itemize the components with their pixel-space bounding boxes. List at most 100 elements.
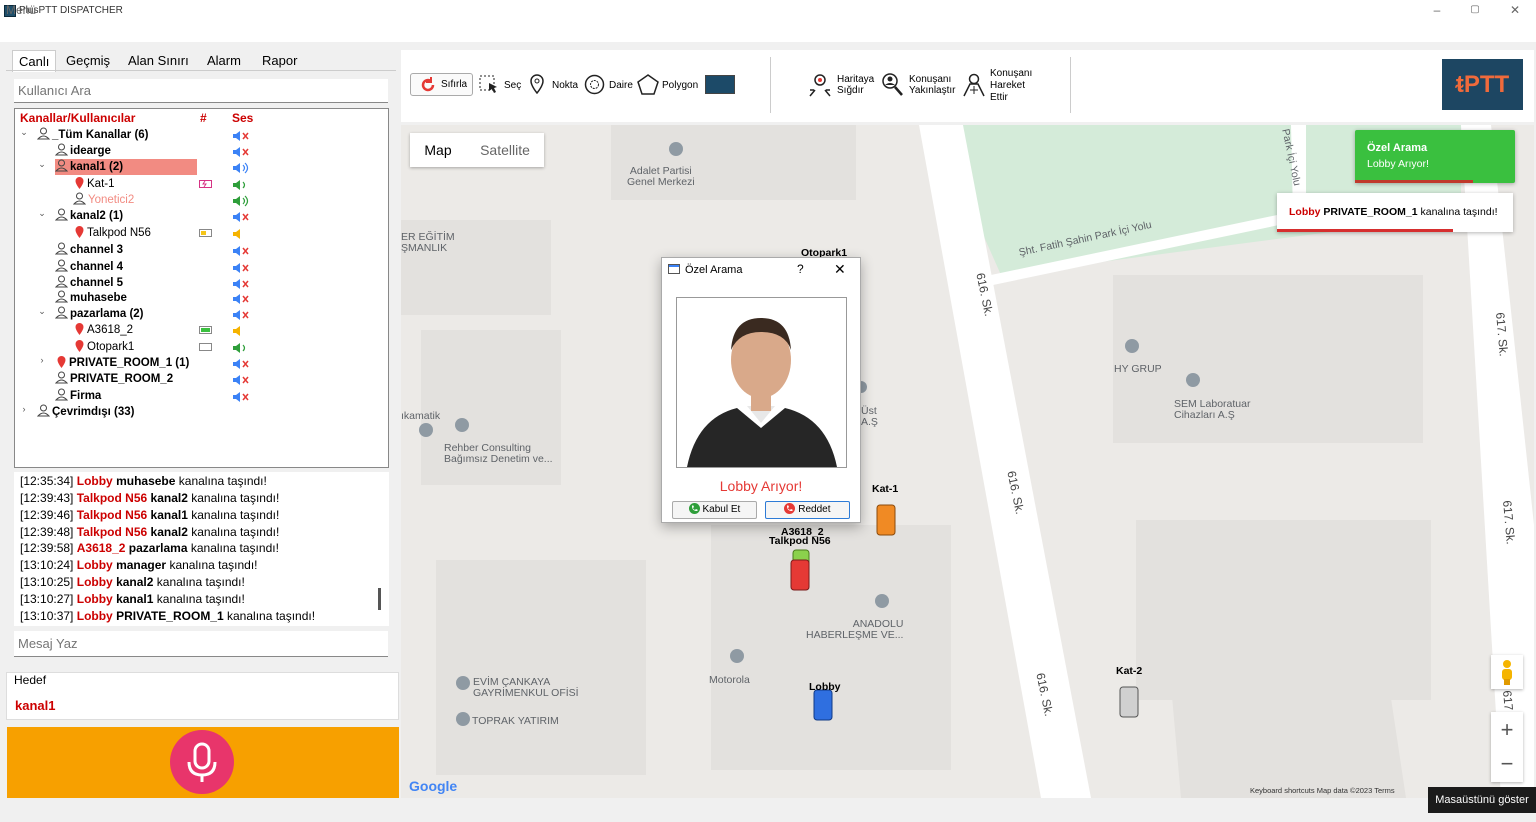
map-attribution[interactable]: Keyboard shortcuts Map data ©2023 Terms: [1250, 786, 1395, 795]
tree-item-label: kanal2 (1): [70, 210, 124, 222]
circle-icon[interactable]: [584, 74, 605, 95]
tree-item-idearge[interactable]: idearge: [55, 143, 111, 159]
log-line: [12:35:34] Lobby muhasebe kanalına taşın…: [20, 474, 267, 488]
close-window-button[interactable]: ✕: [1496, 0, 1534, 22]
tree-item-yonetici2[interactable]: Yonetici2: [73, 192, 134, 208]
tree-item-channel4[interactable]: channel 4: [55, 259, 123, 275]
show-desktop-tooltip: Masaüstünü göster: [1428, 787, 1536, 813]
zoom-speaker-icon[interactable]: [880, 72, 904, 98]
move-speaker-label[interactable]: Konuşanı Hareket Ettir: [990, 68, 1032, 104]
map-type-map-button[interactable]: Map: [410, 133, 466, 167]
location-pin-icon: [75, 340, 84, 352]
move-speaker-icon[interactable]: [962, 72, 986, 98]
tree-item-private-room1[interactable]: PRIVATE_ROOM_1 (1): [57, 355, 189, 371]
color-picker-button[interactable]: [705, 75, 735, 94]
tree-item-talkpod[interactable]: Talkpod N56: [75, 225, 151, 241]
speaker-on-icon[interactable]: [232, 162, 250, 174]
point-label[interactable]: Nokta: [552, 80, 578, 91]
tree-item-channel3[interactable]: channel 3: [55, 242, 123, 258]
push-to-talk-button[interactable]: [170, 730, 234, 794]
speaker-muted-icon[interactable]: [232, 130, 250, 142]
message-input[interactable]: [14, 631, 388, 657]
tree-item-a3618[interactable]: A3618_2: [75, 322, 133, 338]
speaker-yellow-icon[interactable]: [232, 228, 250, 240]
accept-call-button[interactable]: Kabul Et: [672, 501, 757, 519]
tab-alan-siniri[interactable]: Alan Sınırı: [122, 50, 195, 72]
radio-label-lobby[interactable]: Lobby: [809, 681, 841, 693]
event-log[interactable]: [12:35:34] Lobby muhasebe kanalına taşın…: [14, 472, 389, 626]
tree-item-channel5[interactable]: channel 5: [55, 275, 123, 291]
reset-button[interactable]: Sıfırla: [410, 73, 473, 96]
speaker-muted-icon[interactable]: [232, 262, 250, 274]
battery-full-icon: [199, 326, 212, 334]
tree-item-all-channels[interactable]: _Tüm Kanallar (6): [37, 127, 149, 143]
chevron-down-icon[interactable]: ⌄: [37, 306, 47, 317]
speaker-muted-icon[interactable]: [232, 309, 250, 321]
polygon-label[interactable]: Polygon: [662, 80, 698, 91]
tree-item-kanal2[interactable]: kanal2 (1): [55, 208, 123, 224]
tab-rapor[interactable]: Rapor: [256, 50, 303, 72]
chevron-down-icon[interactable]: ⌄: [37, 159, 47, 170]
tree-item-offline[interactable]: Çevrimdışı (33): [37, 404, 134, 420]
menu-item[interactable]: Menü: [6, 3, 36, 17]
chevron-down-icon[interactable]: ⌄: [19, 127, 29, 138]
private-call-notification[interactable]: [1355, 130, 1515, 183]
speaker-yellow-icon[interactable]: [232, 325, 250, 337]
zoom-in-button[interactable]: +: [1491, 714, 1523, 746]
speaker-muted-icon[interactable]: [232, 391, 250, 403]
tab-gecmis[interactable]: Geçmiş: [60, 50, 116, 72]
dialog-close-button[interactable]: ✕: [834, 261, 846, 278]
maximize-button[interactable]: ▢: [1456, 0, 1494, 22]
polygon-icon[interactable]: [637, 74, 659, 95]
select-label[interactable]: Seç: [504, 80, 521, 91]
speaker-muted-icon[interactable]: [232, 245, 250, 257]
dialog-status: Lobby Arıyor!: [719, 478, 803, 494]
tab-alarm[interactable]: Alarm: [201, 50, 247, 72]
log-line: [12:39:58] A3618_2 pazarlama kanalına ta…: [20, 541, 279, 555]
speaker-muted-icon[interactable]: [232, 374, 250, 386]
zoom-speaker-label[interactable]: Konuşanı Yakınlaştır: [909, 74, 956, 96]
phone-reject-icon: [784, 503, 796, 514]
tree-item-label: A3618_2: [87, 324, 134, 336]
radio-label-talkpod[interactable]: Talkpod N56: [769, 535, 831, 547]
radio-label-kat1[interactable]: Kat-1: [872, 483, 898, 495]
speaker-green-icon[interactable]: [232, 342, 250, 354]
speaker-muted-icon[interactable]: [232, 278, 250, 290]
speaker-muted-icon[interactable]: [232, 293, 250, 305]
tab-canli[interactable]: Canlı: [12, 50, 57, 72]
tree-item-pazarlama[interactable]: pazarlama (2): [55, 306, 144, 322]
user-search-input[interactable]: [14, 79, 388, 103]
select-icon[interactable]: [479, 75, 501, 95]
radio-label-kat2[interactable]: Kat-2: [1116, 665, 1142, 677]
point-icon[interactable]: [529, 74, 545, 94]
chevron-right-icon[interactable]: ›: [19, 404, 29, 414]
fit-to-map-label[interactable]: Haritaya Sığdır: [837, 74, 874, 96]
log-scrollbar[interactable]: [378, 588, 381, 610]
target-box: [6, 672, 399, 720]
tree-item-firma[interactable]: Firma: [55, 388, 101, 404]
chevron-down-icon[interactable]: ⌄: [37, 208, 47, 219]
tree-item-private-room2[interactable]: PRIVATE_ROOM_2: [55, 371, 173, 387]
speaker-green-icon[interactable]: [232, 195, 250, 207]
speaker-muted-icon[interactable]: [232, 146, 250, 158]
reject-call-button[interactable]: Reddet: [765, 501, 850, 519]
channel-user-tree[interactable]: Kanallar/Kullanıcılar # Ses ⌄ _Tüm Kanal…: [14, 108, 389, 468]
minimize-button[interactable]: –: [1418, 0, 1456, 22]
fit-to-map-icon[interactable]: [808, 72, 832, 98]
speaker-muted-icon[interactable]: [232, 358, 250, 370]
street-view-button[interactable]: [1491, 655, 1523, 689]
map-label-toprak: TOPRAK YATIRIM: [472, 715, 559, 727]
speaker-muted-icon[interactable]: [232, 211, 250, 223]
speaker-green-icon[interactable]: [232, 179, 250, 191]
tree-item-kat1[interactable]: Kat-1: [75, 176, 115, 192]
user-icon: [55, 159, 68, 172]
location-pin-icon: [75, 177, 84, 189]
chevron-right-icon[interactable]: ›: [37, 355, 47, 365]
tree-item-muhasebe[interactable]: muhasebe: [55, 290, 127, 306]
map-type-satellite-button[interactable]: Satellite: [466, 133, 544, 167]
dialog-help-button[interactable]: ?: [797, 262, 804, 276]
tree-item-kanal1[interactable]: kanal1 (2): [55, 159, 197, 175]
tree-item-otopark1[interactable]: Otopark1: [75, 339, 134, 355]
circle-label[interactable]: Daire: [609, 80, 633, 91]
zoom-out-button[interactable]: −: [1491, 748, 1523, 780]
